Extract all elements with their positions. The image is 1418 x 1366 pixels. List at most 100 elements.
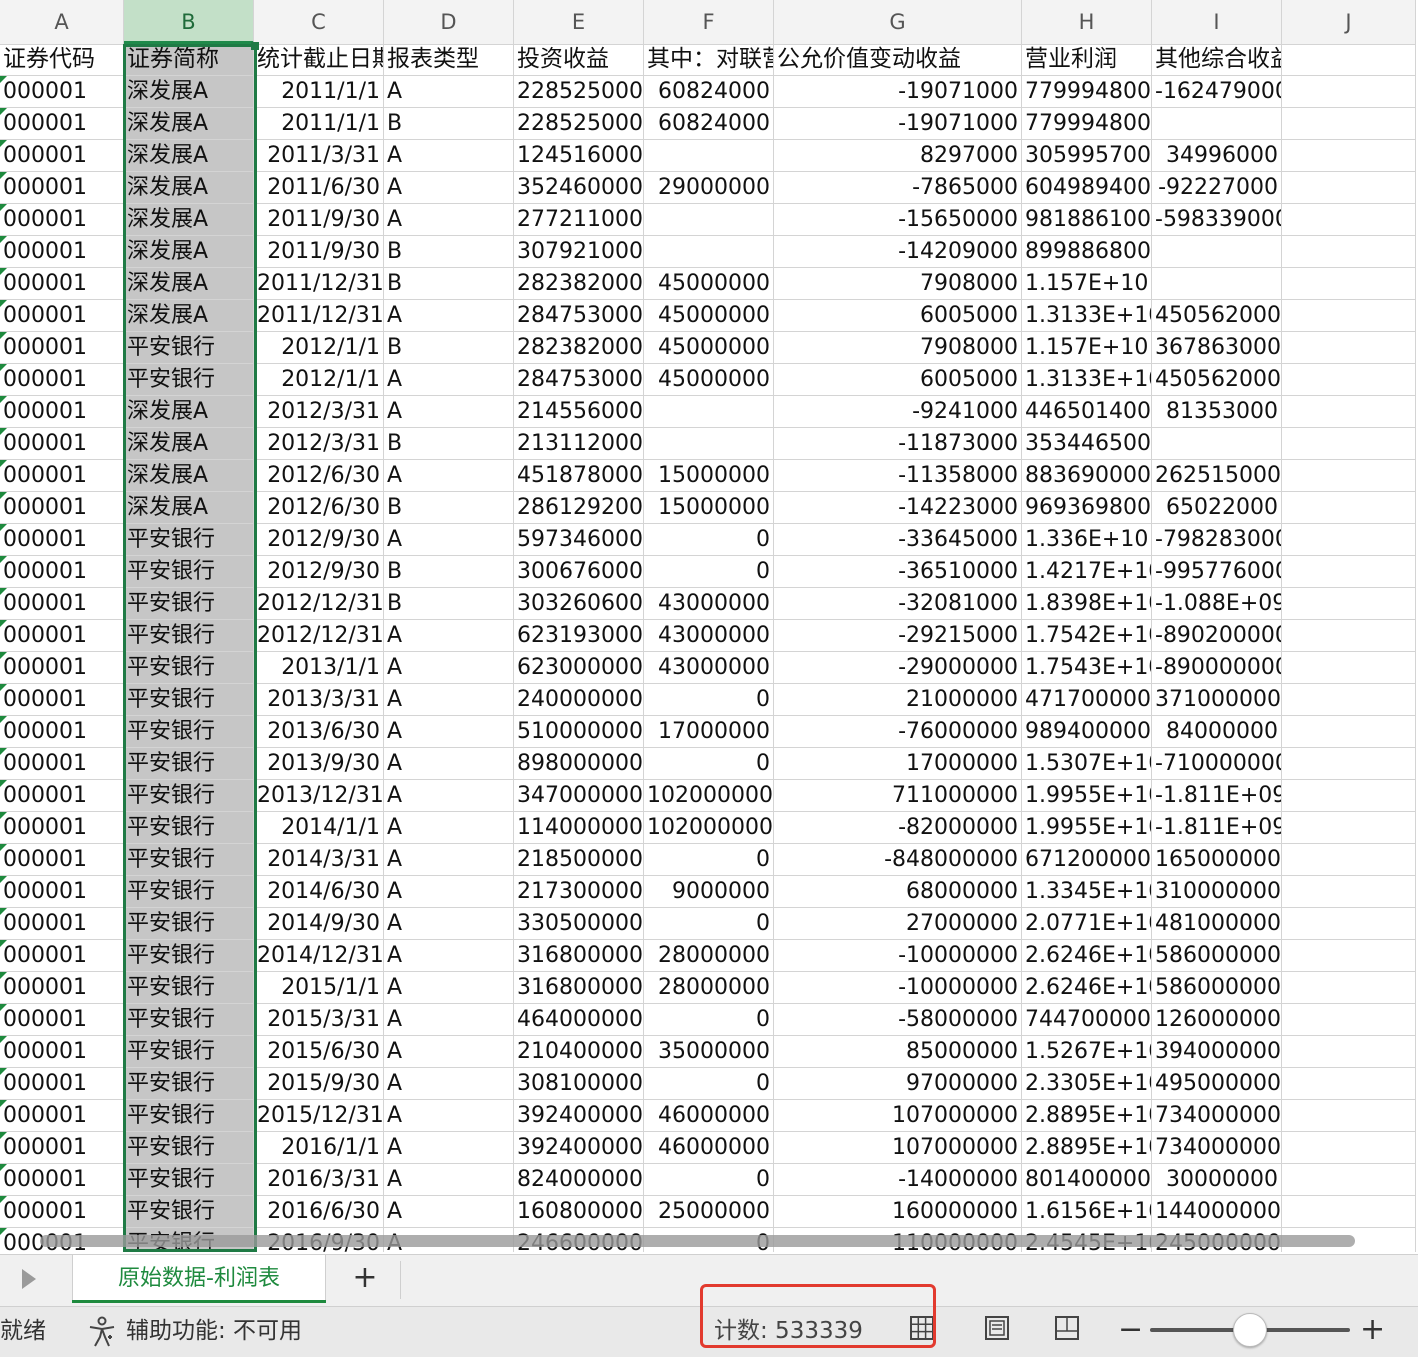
table-cell[interactable]: 711000000 xyxy=(774,780,1022,812)
table-cell[interactable]: 平安银行 xyxy=(124,716,254,748)
table-cell[interactable] xyxy=(1282,1068,1416,1100)
table-cell[interactable]: 0 xyxy=(644,908,774,940)
table-cell[interactable]: 深发展A xyxy=(124,268,254,300)
table-cell[interactable]: 17000000 xyxy=(644,716,774,748)
table-cell[interactable]: 0 xyxy=(644,748,774,780)
table-cell[interactable]: A xyxy=(384,396,514,428)
header-cell[interactable]: 投资收益 xyxy=(514,44,644,76)
table-cell[interactable]: 307921000 xyxy=(514,236,644,268)
table-cell[interactable]: 深发展A xyxy=(124,172,254,204)
table-cell[interactable]: 282382000 xyxy=(514,268,644,300)
table-cell[interactable] xyxy=(644,428,774,460)
column-header-i[interactable]: I xyxy=(1152,0,1282,44)
table-cell[interactable]: 000001 xyxy=(0,844,124,876)
table-cell[interactable]: 102000000 xyxy=(644,812,774,844)
zoom-slider-knob[interactable] xyxy=(1233,1313,1267,1347)
table-cell[interactable]: 510000000 xyxy=(514,716,644,748)
table-cell[interactable]: 2014/9/30 xyxy=(254,908,384,940)
table-cell[interactable]: 深发展A xyxy=(124,108,254,140)
table-cell[interactable]: 2015/12/31 xyxy=(254,1100,384,1132)
table-cell[interactable] xyxy=(1282,268,1416,300)
table-cell[interactable]: 000001 xyxy=(0,140,124,172)
table-cell[interactable]: 3006760000 xyxy=(514,556,644,588)
header-cell[interactable]: 其中：对联营 xyxy=(644,44,774,76)
table-cell[interactable]: 3924000000 xyxy=(514,1132,644,1164)
table-cell[interactable]: 45000000 xyxy=(644,332,774,364)
table-cell[interactable]: B xyxy=(384,236,514,268)
table-cell[interactable]: 平安银行 xyxy=(124,876,254,908)
table-cell[interactable]: -1.811E+09 xyxy=(1152,780,1282,812)
cell-grid[interactable]: 证券代码 证券简称 统计截止日期 报表类型 投资收益 其中：对联营 公允价值变动收益 营业利润… xyxy=(0,44,1416,1252)
table-cell[interactable]: -598339000 xyxy=(1152,204,1282,236)
table-cell[interactable]: 30000000 xyxy=(1152,1164,1282,1196)
table-cell[interactable]: 6005000 xyxy=(774,364,1022,396)
table-cell[interactable]: 898000000 xyxy=(514,748,644,780)
zoom-in-button[interactable]: + xyxy=(1360,1307,1385,1357)
table-cell[interactable]: 000001 xyxy=(0,396,124,428)
table-cell[interactable]: A xyxy=(384,876,514,908)
table-cell[interactable]: 平安银行 xyxy=(124,844,254,876)
table-cell[interactable]: 000001 xyxy=(0,1036,124,1068)
table-cell[interactable]: 2012/9/30 xyxy=(254,556,384,588)
table-cell[interactable] xyxy=(1282,108,1416,140)
table-cell[interactable]: 0 xyxy=(644,524,774,556)
table-cell[interactable]: 1.4217E+10 xyxy=(1022,556,1152,588)
table-cell[interactable]: 000001 xyxy=(0,204,124,236)
header-cell[interactable]: 统计截止日期 xyxy=(254,44,384,76)
table-cell[interactable]: 2.8895E+10 xyxy=(1022,1100,1152,1132)
table-cell[interactable]: 000001 xyxy=(0,780,124,812)
table-cell[interactable]: 7908000 xyxy=(774,268,1022,300)
table-cell[interactable]: 65022000 xyxy=(1152,492,1282,524)
table-cell[interactable] xyxy=(1282,524,1416,556)
table-cell[interactable] xyxy=(1282,428,1416,460)
table-cell[interactable]: A xyxy=(384,140,514,172)
table-cell[interactable] xyxy=(1282,1196,1416,1228)
table-cell[interactable]: 85000000 xyxy=(774,1036,1022,1068)
table-cell[interactable] xyxy=(1282,1036,1416,1068)
accessibility-icon[interactable] xyxy=(86,1315,118,1349)
table-cell[interactable]: 平安银行 xyxy=(124,556,254,588)
table-cell[interactable]: -890200000 xyxy=(1152,620,1282,652)
table-cell[interactable]: 7908000 xyxy=(774,332,1022,364)
table-cell[interactable]: 2013/6/30 xyxy=(254,716,384,748)
table-cell[interactable]: 160000000 xyxy=(774,1196,1022,1228)
table-cell[interactable]: 1.157E+10 xyxy=(1022,332,1152,364)
table-cell[interactable]: 28000000 xyxy=(644,940,774,972)
table-cell[interactable]: 367863000 xyxy=(1152,332,1282,364)
table-cell[interactable] xyxy=(1282,972,1416,1004)
table-cell[interactable]: 394000000 xyxy=(1152,1036,1282,1068)
table-cell[interactable]: 25000000 xyxy=(644,1196,774,1228)
table-cell[interactable]: 45000000 xyxy=(644,268,774,300)
horizontal-scrollbar[interactable] xyxy=(40,1235,1355,1247)
table-cell[interactable]: A xyxy=(384,1004,514,1036)
table-cell[interactable]: 深发展A xyxy=(124,236,254,268)
table-cell[interactable]: 000001 xyxy=(0,620,124,652)
table-cell[interactable]: A xyxy=(384,204,514,236)
table-cell[interactable]: 平安银行 xyxy=(124,332,254,364)
table-cell[interactable]: 9693698000 xyxy=(1022,492,1152,524)
table-cell[interactable]: 6712000000 xyxy=(1022,844,1152,876)
table-cell[interactable] xyxy=(1282,460,1416,492)
table-cell[interactable]: 34996000 xyxy=(1152,140,1282,172)
table-cell[interactable]: 000001 xyxy=(0,908,124,940)
table-cell[interactable]: 1.6156E+10 xyxy=(1022,1196,1152,1228)
table-cell[interactable] xyxy=(1282,908,1416,940)
table-cell[interactable]: A xyxy=(384,716,514,748)
table-cell[interactable]: 平安银行 xyxy=(124,620,254,652)
table-cell[interactable]: 35000000 xyxy=(644,1036,774,1068)
table-cell[interactable]: 3305000000 xyxy=(514,908,644,940)
column-header-h[interactable]: H xyxy=(1022,0,1152,44)
table-cell[interactable]: -848000000 xyxy=(774,844,1022,876)
table-cell[interactable]: 1.9955E+10 xyxy=(1022,812,1152,844)
table-cell[interactable]: 2011/12/31 xyxy=(254,300,384,332)
table-cell[interactable]: 000001 xyxy=(0,716,124,748)
table-cell[interactable]: 2014/3/31 xyxy=(254,844,384,876)
table-cell[interactable]: 2011/9/30 xyxy=(254,204,384,236)
table-cell[interactable]: 000001 xyxy=(0,972,124,1004)
table-cell[interactable]: 228525000 xyxy=(514,76,644,108)
table-cell[interactable]: 586000000 xyxy=(1152,940,1282,972)
table-cell[interactable]: 2013/9/30 xyxy=(254,748,384,780)
table-cell[interactable]: A xyxy=(384,620,514,652)
table-cell[interactable]: 000001 xyxy=(0,108,124,140)
table-cell[interactable]: 60824000 xyxy=(644,76,774,108)
